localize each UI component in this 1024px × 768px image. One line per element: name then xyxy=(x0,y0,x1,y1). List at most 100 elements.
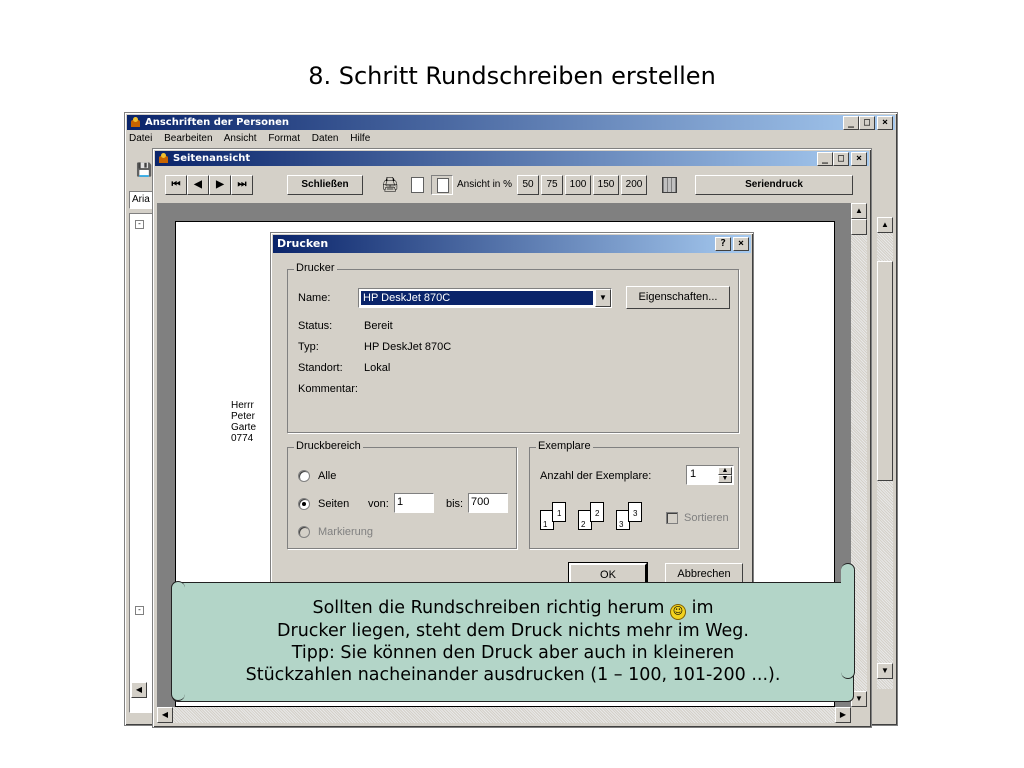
printer-group: Drucker Name: HP DeskJet 870C ▼ Eigensch… xyxy=(287,262,739,433)
collate-checkbox[interactable] xyxy=(666,512,678,524)
copies-input[interactable]: 1 ▲ ▼ xyxy=(686,465,734,485)
to-label: bis: xyxy=(446,498,464,510)
preview-app-icon xyxy=(158,153,169,164)
zoom-150-button[interactable]: 150 xyxy=(593,175,619,195)
first-page-button[interactable]: ⏮ xyxy=(165,175,187,195)
zoom-100-button[interactable]: 100 xyxy=(565,175,591,195)
to-input[interactable]: 700 xyxy=(468,493,508,513)
copies-group-label: Exemplare xyxy=(536,440,593,452)
callout-text: Sollten die Rundschreiben richtig herum … xyxy=(183,597,843,686)
printer-group-label: Drucker xyxy=(294,262,337,274)
printer-name-select[interactable]: HP DeskJet 870C ▼ xyxy=(358,288,612,308)
menu-bearbeiten[interactable]: Bearbeiten xyxy=(164,133,212,144)
print-range-group: Druckbereich Alle Seiten von: 1 bis: 700… xyxy=(287,440,517,549)
print-dialog-title: Drucken xyxy=(277,237,329,250)
minimize-button[interactable]: _ xyxy=(843,116,859,130)
callout-line-1: Sollten die Rundschreiben richtig herum … xyxy=(312,598,714,620)
zoom-50-button[interactable]: 50 xyxy=(517,175,539,195)
location-value: Lokal xyxy=(364,362,391,374)
from-input[interactable]: 1 xyxy=(394,493,434,513)
selection-label: Markierung xyxy=(318,526,374,538)
type-value: HP DeskJet 870C xyxy=(364,341,452,353)
callout-line-3: Tipp: Sie können den Druck aber auch in … xyxy=(291,643,735,663)
slide-title: 8. Schritt Rundschreiben erstellen xyxy=(308,62,716,90)
address-line-4: 0774 xyxy=(231,433,254,444)
scroll-down-arrow[interactable]: ▼ xyxy=(877,663,893,679)
properties-button[interactable]: Eigenschaften... xyxy=(626,286,730,309)
preview-scroll-right-arrow[interactable]: ▶ xyxy=(835,707,851,723)
help-button[interactable]: ? xyxy=(715,237,731,251)
address-line-1: Herrr xyxy=(231,400,254,411)
type-label: Typ: xyxy=(298,341,319,353)
dialog-close-button[interactable]: × xyxy=(733,237,749,251)
preview-titlebar[interactable]: Seitenansicht _ □ × xyxy=(155,151,869,166)
print-icon[interactable]: 🖨 xyxy=(377,175,403,195)
preview-toolbar: ⏮ ◀ ▶ ⏭ Schließen 🖨 Ansicht in % 50 75 1… xyxy=(165,175,865,197)
menu-ansicht[interactable]: Ansicht xyxy=(224,133,257,144)
multi-page-icon[interactable] xyxy=(431,175,453,195)
pages-label: Seiten xyxy=(318,498,350,510)
comment-label: Kommentar: xyxy=(298,383,358,395)
close-button[interactable]: × xyxy=(877,116,893,130)
calculator-icon[interactable] xyxy=(659,175,681,195)
all-radio[interactable] xyxy=(298,470,310,482)
zoom-label: Ansicht in % xyxy=(457,179,513,190)
chevron-down-icon[interactable]: ▼ xyxy=(595,289,611,307)
main-vertical-scrollbar[interactable]: ▲ ▼ xyxy=(877,217,893,689)
preview-close-button[interactable]: × xyxy=(851,152,867,166)
status-value: Bereit xyxy=(364,320,393,332)
preview-scroll-thumb[interactable] xyxy=(851,219,867,235)
preview-window-title: Seitenansicht xyxy=(173,153,251,164)
address-line-2: Peter xyxy=(231,411,255,422)
callout-line-2: Drucker liegen, steht dem Druck nichts m… xyxy=(277,621,749,641)
main-window-title: Anschriften der Personen xyxy=(145,117,289,128)
last-page-button[interactable]: ⏭ xyxy=(231,175,253,195)
callout-right-curl xyxy=(841,563,855,679)
location-label: Standort: xyxy=(298,362,343,374)
main-menubar: Datei Bearbeiten Ansicht Format Daten Hi… xyxy=(129,133,379,145)
print-range-label: Druckbereich xyxy=(294,440,363,452)
maximize-button[interactable]: □ xyxy=(859,116,875,130)
preview-scroll-left-arrow[interactable]: ◀ xyxy=(157,707,173,723)
collate-label: Sortieren xyxy=(684,512,729,524)
next-page-button[interactable]: ▶ xyxy=(209,175,231,195)
single-page-icon[interactable] xyxy=(407,175,429,195)
menu-hilfe[interactable]: Hilfe xyxy=(350,133,370,144)
address-line-3: Garte xyxy=(231,422,257,433)
prev-page-button[interactable]: ◀ xyxy=(187,175,209,195)
menu-format[interactable]: Format xyxy=(268,133,300,144)
smiley-icon: ☺ xyxy=(670,604,687,620)
app-icon xyxy=(130,117,141,128)
copies-group: Exemplare Anzahl der Exemplare: 1 ▲ ▼ 1 … xyxy=(529,440,739,549)
print-dialog: Drucken ? × Drucker Name: HP DeskJet 870… xyxy=(270,232,754,590)
preview-minimize-button[interactable]: _ xyxy=(817,152,833,166)
menu-daten[interactable]: Daten xyxy=(312,133,339,144)
scroll-thumb[interactable] xyxy=(877,261,893,481)
scroll-left-arrow[interactable]: ◀ xyxy=(131,682,147,698)
merge-print-button[interactable]: Seriendruck xyxy=(695,175,853,195)
tree-expand-icon-2[interactable]: - xyxy=(135,606,144,615)
scroll-up-arrow[interactable]: ▲ xyxy=(877,217,893,233)
all-label: Alle xyxy=(318,470,337,482)
pages-radio[interactable] xyxy=(298,498,310,510)
menu-datei[interactable]: Datei xyxy=(129,133,152,144)
status-label: Status: xyxy=(298,320,333,332)
printer-name-value: HP DeskJet 870C xyxy=(361,291,593,305)
selection-radio[interactable] xyxy=(298,526,310,538)
zoom-200-button[interactable]: 200 xyxy=(621,175,647,195)
copies-down-icon[interactable]: ▼ xyxy=(718,475,732,483)
copies-up-icon[interactable]: ▲ xyxy=(718,467,732,475)
copies-label: Anzahl der Exemplare: xyxy=(540,470,652,482)
callout-line-4: Stückzahlen nacheinander ausdrucken (1 –… xyxy=(245,665,781,685)
preview-scroll-up-arrow[interactable]: ▲ xyxy=(851,203,867,219)
save-icon[interactable]: 💾 xyxy=(135,161,153,179)
collate-icon: 1 1 2 2 3 3 xyxy=(540,500,650,534)
scroll-callout: Sollten die Rundschreiben richtig herum … xyxy=(171,563,855,702)
close-preview-button[interactable]: Schließen xyxy=(287,175,363,195)
zoom-75-button[interactable]: 75 xyxy=(541,175,563,195)
tree-expand-icon[interactable]: - xyxy=(135,220,144,229)
preview-maximize-button[interactable]: □ xyxy=(833,152,849,166)
main-titlebar[interactable]: Anschriften der Personen _ □ × xyxy=(127,115,895,130)
print-dialog-titlebar[interactable]: Drucken ? × xyxy=(273,235,751,253)
preview-horizontal-scrollbar[interactable]: ◀ ▶ xyxy=(157,707,851,723)
